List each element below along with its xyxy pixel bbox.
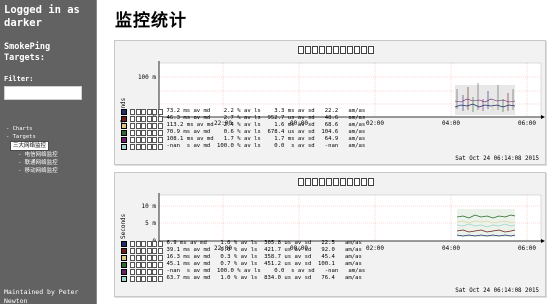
legend-1: 73.2 ms av md 2.2 % av ls 3.3 ms av sd 2… <box>121 108 365 151</box>
x-tick: 02:00 <box>366 245 384 252</box>
series-name-glyphs <box>130 136 163 143</box>
filter-label: Filter: <box>4 75 34 83</box>
legend-row: 45.1 ms av md 0.7 % av ls 451.2 us av sd… <box>121 261 365 268</box>
series-swatch <box>121 122 127 129</box>
legend-row: 63.7 ms av md 1.0 % av ls 834.0 us av sd… <box>121 275 365 283</box>
series-stats: 39.1 ms av md 0.0 % av ls 421.7 us av sd… <box>166 247 362 254</box>
series-stats: 6.9 ms av md 1.0 % av ls 305.8 us av sd … <box>166 240 362 246</box>
legend-row: 73.2 ms av md 2.2 % av ls 3.3 ms av sd 2… <box>121 108 365 115</box>
series-swatch <box>121 254 127 261</box>
graph-panel-2[interactable]: Seconds 10 m 5 m 0 22:00 00:00 02:00 04:… <box>114 172 546 297</box>
legend-row: 70.9 ms av md 0.6 % av ls 678.4 us av sd… <box>121 129 365 136</box>
series-stats: -nan s av md 100.0 % av ls 0.0 s av sd -… <box>166 268 366 275</box>
legend-row: 108.1 ms av md 1.7 % av ls 1.7 ms av sd … <box>121 136 365 143</box>
series-swatch <box>121 136 127 143</box>
sidebar: Logged in as darker SmokePing Targets: F… <box>0 0 97 304</box>
series-swatch <box>121 247 127 254</box>
graph-panel-1[interactable]: Seconds 100 m 0 22:00 00:00 02:00 04:00 … <box>114 40 546 165</box>
targets-heading: SmokePing Targets: <box>4 42 51 63</box>
series-name-glyphs <box>130 240 163 247</box>
legend-row: 6.9 ms av md 1.0 % av ls 305.8 us av sd … <box>121 240 365 247</box>
series-swatch <box>121 129 127 136</box>
maintainer-note: Maintained by Peter Newton <box>4 288 79 304</box>
target-tree: - Charts - Targets 三大网络监控 - 电信网络监控 - 联通网… <box>4 125 58 175</box>
page-title: 监控统计 <box>115 11 187 31</box>
y-axis-label: Seconds <box>120 213 127 239</box>
latency-smoke <box>454 83 516 115</box>
series-stats: 73.2 ms av md 2.2 % av ls 3.3 ms av sd 2… <box>166 108 366 114</box>
series-stats: 46.3 ms av md 2.7 % av ls 952.7 us av sd… <box>166 115 366 122</box>
series-swatch <box>121 276 127 283</box>
tree-item-mobile[interactable]: - 移动网络监控 <box>4 167 58 175</box>
series-name-glyphs <box>130 115 163 122</box>
series-name-glyphs <box>130 268 163 275</box>
series-name-glyphs <box>130 261 163 268</box>
series-name-glyphs <box>130 247 163 254</box>
series-stats: -nan s av md 100.0 % av ls 0.0 s av sd -… <box>166 143 366 150</box>
graph-timestamp: Sat Oct 24 06:14:08 2015 <box>455 156 539 162</box>
series-name-glyphs <box>130 254 163 261</box>
y-tick: 10 m <box>142 203 157 210</box>
series-stats: 108.1 ms av md 1.7 % av ls 1.7 ms av sd … <box>166 136 366 143</box>
series-swatch <box>121 268 127 275</box>
legend-row: 16.3 ms av md 0.3 % av ls 358.7 us av sd… <box>121 254 365 261</box>
x-tick: 06:00 <box>518 245 536 252</box>
login-status: Logged in as darker <box>4 4 80 29</box>
series-swatch <box>121 240 127 247</box>
series-name-glyphs <box>130 144 163 151</box>
tree-item-charts[interactable]: - Charts <box>4 125 58 133</box>
legend-row: 46.3 ms av md 2.7 % av ls 952.7 us av sd… <box>121 115 365 122</box>
tree-item-three-networks[interactable]: 三大网络监控 <box>10 141 50 151</box>
y-tick: 5 m <box>145 220 156 227</box>
series-swatch <box>121 108 127 115</box>
tree-item-telecom[interactable]: - 电信网络监控 <box>4 151 58 159</box>
series-name-glyphs <box>130 108 163 115</box>
x-tick: 04:00 <box>442 245 460 252</box>
tree-item-targets[interactable]: - Targets <box>4 133 58 141</box>
y-tick: 100 m <box>138 74 156 81</box>
x-tick: 02:00 <box>366 120 384 127</box>
x-tick: 04:00 <box>442 120 460 127</box>
legend-row: -nan s av md 100.0 % av ls 0.0 s av sd -… <box>121 143 366 151</box>
series-name-glyphs <box>130 122 163 129</box>
series-name-glyphs <box>130 276 163 283</box>
series-swatch <box>121 144 127 151</box>
legend-row: 39.1 ms av md 0.0 % av ls 421.7 us av sd… <box>121 247 365 254</box>
series-stats: 70.9 ms av md 0.6 % av ls 678.4 us av sd… <box>166 129 366 136</box>
tree-item-unicom[interactable]: - 联通网络监控 <box>4 159 58 167</box>
latency-smoke <box>456 209 516 237</box>
filter-input[interactable] <box>4 86 82 100</box>
series-stats: 16.3 ms av md 0.3 % av ls 358.7 us av sd… <box>166 254 362 261</box>
graph-title-glyphs <box>298 46 374 55</box>
series-swatch <box>121 261 127 268</box>
legend-row: 113.2 ms av md 2.4 % av ls 1.6 ms av sd … <box>121 122 365 129</box>
series-stats: 113.2 ms av md 2.4 % av ls 1.6 ms av sd … <box>166 122 366 129</box>
legend-row: -nan s av md 100.0 % av ls 0.0 s av sd -… <box>121 268 365 275</box>
x-tick: 06:00 <box>518 120 536 127</box>
legend-2: 6.9 ms av md 1.0 % av ls 305.8 us av sd … <box>121 240 365 283</box>
graph-timestamp: Sat Oct 24 06:14:08 2015 <box>455 288 539 294</box>
series-swatch <box>121 115 127 122</box>
series-stats: 63.7 ms av md 1.0 % av ls 834.0 us av sd… <box>166 275 362 282</box>
graph-title-glyphs <box>298 178 374 187</box>
series-name-glyphs <box>130 129 163 136</box>
series-stats: 45.1 ms av md 0.7 % av ls 451.2 us av sd… <box>166 261 362 268</box>
